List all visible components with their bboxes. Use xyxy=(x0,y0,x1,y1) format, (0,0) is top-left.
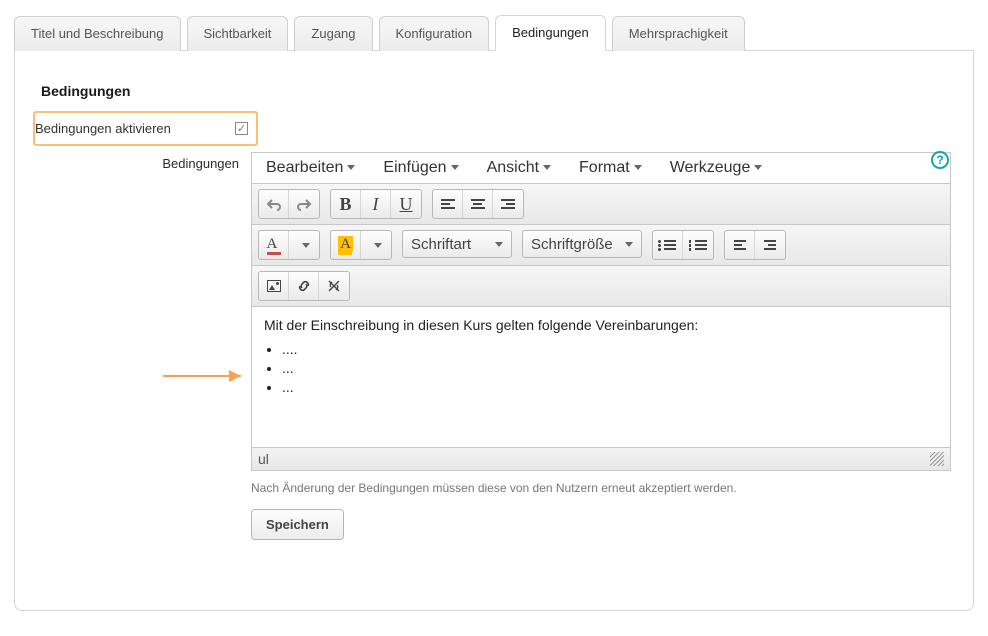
italic-button[interactable]: I xyxy=(361,190,391,218)
underline-button[interactable]: U xyxy=(391,190,421,218)
insert-image-button[interactable] xyxy=(259,272,289,300)
list-item: .... xyxy=(282,341,938,357)
content-intro-line: Mit der Einschreibung in diesen Kurs gel… xyxy=(264,317,938,333)
bold-button[interactable]: B xyxy=(331,190,361,218)
tab-access[interactable]: Zugang xyxy=(294,16,372,51)
panel-conditions: Bedingungen ? Bedingungen aktivieren ✓ B… xyxy=(14,51,974,611)
number-list-button[interactable] xyxy=(683,231,713,259)
menu-tools[interactable]: Werkzeuge xyxy=(670,159,763,177)
editor-label: Bedingungen xyxy=(37,152,251,171)
image-icon xyxy=(267,280,281,292)
list-item: ... xyxy=(282,360,938,376)
font-family-select[interactable]: Schriftart xyxy=(402,230,512,258)
list-item: ... xyxy=(282,379,938,395)
tab-configuration[interactable]: Konfiguration xyxy=(379,16,490,51)
content-list: .... ... ... xyxy=(282,341,938,395)
editor-menubar: Bearbeiten Einfügen Ansicht Format Werkz… xyxy=(252,153,950,184)
undo-button[interactable] xyxy=(259,190,289,218)
align-right-button[interactable] xyxy=(493,190,523,218)
chevron-down-icon xyxy=(347,165,355,170)
tab-bar: Titel und Beschreibung Sichtbarkeit Zuga… xyxy=(14,14,974,51)
tab-multilanguage[interactable]: Mehrsprachigkeit xyxy=(612,16,745,51)
change-hint: Nach Änderung der Bedingungen müssen die… xyxy=(251,481,951,495)
menu-edit[interactable]: Bearbeiten xyxy=(266,159,355,177)
redo-button[interactable] xyxy=(289,190,319,218)
tab-conditions[interactable]: Bedingungen xyxy=(495,15,606,51)
toolbar-row-2: A A Schriftart Schriftgröße xyxy=(252,225,950,266)
bg-color-dropdown[interactable] xyxy=(361,231,391,259)
help-icon[interactable]: ? xyxy=(931,151,949,169)
chevron-down-icon xyxy=(543,165,551,170)
activate-checkbox[interactable]: ✓ xyxy=(235,122,248,135)
menu-view[interactable]: Ansicht xyxy=(487,159,551,177)
chevron-down-icon xyxy=(495,242,503,247)
toolbar-row-1: B I U xyxy=(252,184,950,225)
editor-path-bar: ul xyxy=(252,447,950,470)
rich-text-editor: Bearbeiten Einfügen Ansicht Format Werkz… xyxy=(251,152,951,471)
insert-link-button[interactable] xyxy=(289,272,319,300)
align-center-button[interactable] xyxy=(463,190,493,218)
chevron-down-icon xyxy=(754,165,762,170)
editor-content[interactable]: Mit der Einschreibung in diesen Kurs gel… xyxy=(252,307,950,447)
outdent-button[interactable] xyxy=(725,231,755,259)
bg-color-button[interactable]: A xyxy=(331,231,361,259)
tab-title-description[interactable]: Titel und Beschreibung xyxy=(14,16,181,51)
indent-button[interactable] xyxy=(755,231,785,259)
activate-label: Bedingungen aktivieren xyxy=(35,121,235,136)
chevron-down-icon xyxy=(451,165,459,170)
section-title: Bedingungen xyxy=(41,83,951,99)
chevron-down-icon xyxy=(625,242,633,247)
element-path[interactable]: ul xyxy=(258,451,269,467)
align-left-button[interactable] xyxy=(433,190,463,218)
resize-handle[interactable] xyxy=(930,452,944,466)
chevron-down-icon xyxy=(634,165,642,170)
activate-highlight: Bedingungen aktivieren ✓ xyxy=(33,111,258,146)
text-color-dropdown[interactable] xyxy=(289,231,319,259)
remove-link-button[interactable] xyxy=(319,272,349,300)
tab-visibility[interactable]: Sichtbarkeit xyxy=(187,16,289,51)
toolbar-row-3 xyxy=(252,266,950,307)
bullet-list-button[interactable] xyxy=(653,231,683,259)
save-button[interactable]: Speichern xyxy=(251,509,344,540)
menu-format[interactable]: Format xyxy=(579,159,642,177)
text-color-button[interactable]: A xyxy=(259,231,289,259)
font-size-select[interactable]: Schriftgröße xyxy=(522,230,642,258)
menu-insert[interactable]: Einfügen xyxy=(383,159,458,177)
